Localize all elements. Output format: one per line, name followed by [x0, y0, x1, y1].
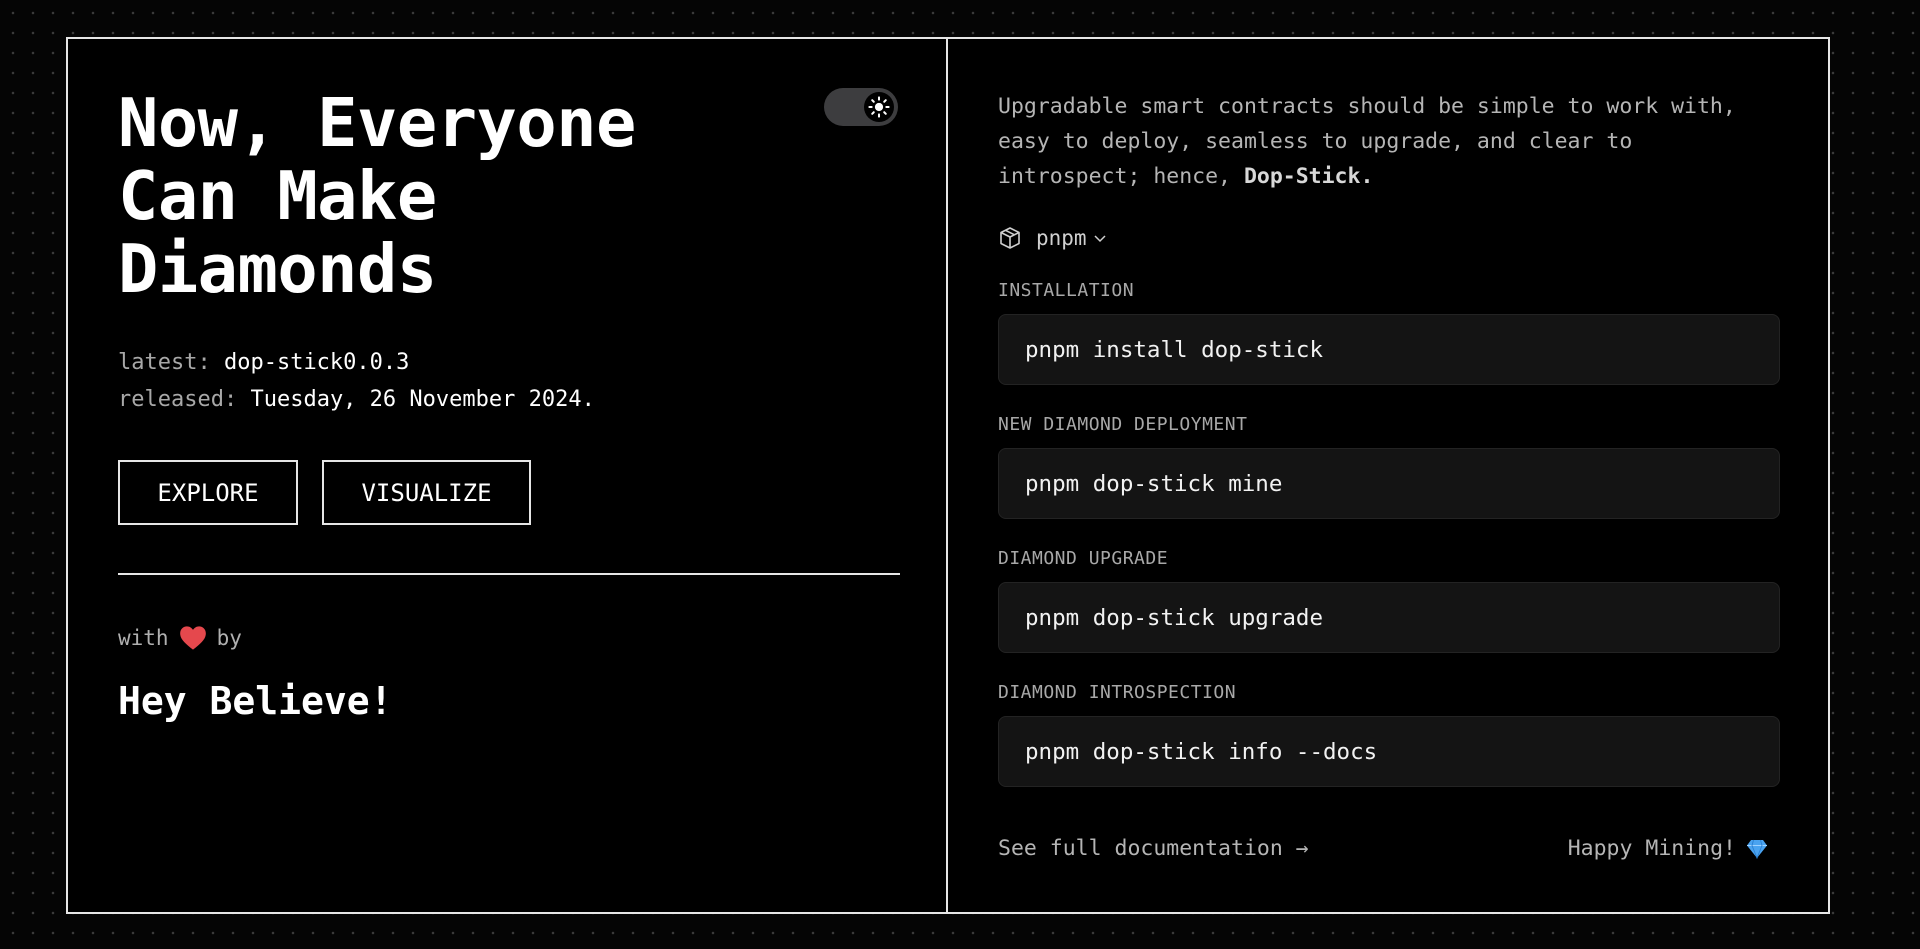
- package-manager-value: pnpm: [1036, 226, 1087, 250]
- upgrade-section: DIAMOND UPGRADE pnpm dop-stick upgrade: [998, 548, 1780, 653]
- intro-text: Upgradable smart contracts should be sim…: [998, 89, 1758, 194]
- action-buttons: EXPLORE VISUALIZE: [118, 460, 898, 525]
- documentation-link[interactable]: See full documentation →: [998, 836, 1309, 861]
- page-title: Now, Everyone Can Make Diamonds: [118, 87, 718, 306]
- command-block[interactable]: pnpm dop-stick upgrade: [998, 582, 1780, 653]
- introspection-section: DIAMOND INTROSPECTION pnpm dop-stick inf…: [998, 682, 1780, 787]
- package-manager-select[interactable]: pnpm: [998, 226, 1780, 250]
- section-label: DIAMOND INTROSPECTION: [998, 682, 1237, 703]
- by-text: by: [216, 626, 242, 650]
- heart-icon: [179, 626, 206, 650]
- command-block[interactable]: pnpm dop-stick info --docs: [998, 716, 1780, 787]
- happy-mining-text: Happy Mining!: [1567, 836, 1736, 861]
- installation-section: INSTALLATION pnpm install dop-stick: [998, 280, 1780, 385]
- gem-icon: [1747, 839, 1767, 859]
- explore-button[interactable]: EXPLORE: [118, 460, 298, 525]
- latest-label: latest:: [118, 350, 211, 375]
- headline-line-2: Can Make: [118, 157, 437, 235]
- chevron-down-icon: [1094, 235, 1106, 243]
- hero-panel: Now, Everyone Can Make Diamonds latest: …: [68, 39, 948, 912]
- with-text: with: [118, 626, 169, 650]
- main-frame: Now, Everyone Can Make Diamonds latest: …: [66, 37, 1830, 914]
- headline-line-3: Diamonds: [118, 230, 437, 308]
- headline-line-1: Now, Everyone: [118, 84, 636, 162]
- happy-mining: Happy Mining!: [1568, 836, 1768, 861]
- deployment-section: NEW DIAMOND DEPLOYMENT pnpm dop-stick mi…: [998, 414, 1780, 519]
- section-label: DIAMOND UPGRADE: [998, 548, 1169, 569]
- author-name: Hey Believe!: [118, 679, 393, 723]
- section-label: NEW DIAMOND DEPLOYMENT: [998, 414, 1248, 435]
- sun-icon: [864, 92, 894, 122]
- docs-footer: See full documentation → Happy Mining!: [998, 836, 1768, 861]
- command-block[interactable]: pnpm install dop-stick: [998, 314, 1780, 385]
- theme-toggle[interactable]: [824, 88, 898, 126]
- release-date-row: released: Tuesday, 26 November 2024.: [118, 381, 898, 418]
- divider: [118, 573, 900, 575]
- package-icon: [1000, 227, 1020, 249]
- visualize-button[interactable]: VISUALIZE: [322, 460, 531, 525]
- section-label: INSTALLATION: [998, 280, 1135, 301]
- release-date: Tuesday, 26 November 2024.: [250, 387, 595, 412]
- released-label: released:: [118, 387, 238, 412]
- docs-panel: Upgradable smart contracts should be sim…: [948, 39, 1830, 912]
- brand-name: Dop-Stick.: [1243, 164, 1374, 189]
- command-block[interactable]: pnpm dop-stick mine: [998, 448, 1780, 519]
- latest-version: dop-stick0.0.3: [223, 350, 410, 375]
- release-info: latest: dop-stick0.0.3 released: Tuesday…: [118, 344, 898, 418]
- credits-line: with by: [118, 625, 898, 651]
- latest-version-row: latest: dop-stick0.0.3: [118, 344, 898, 381]
